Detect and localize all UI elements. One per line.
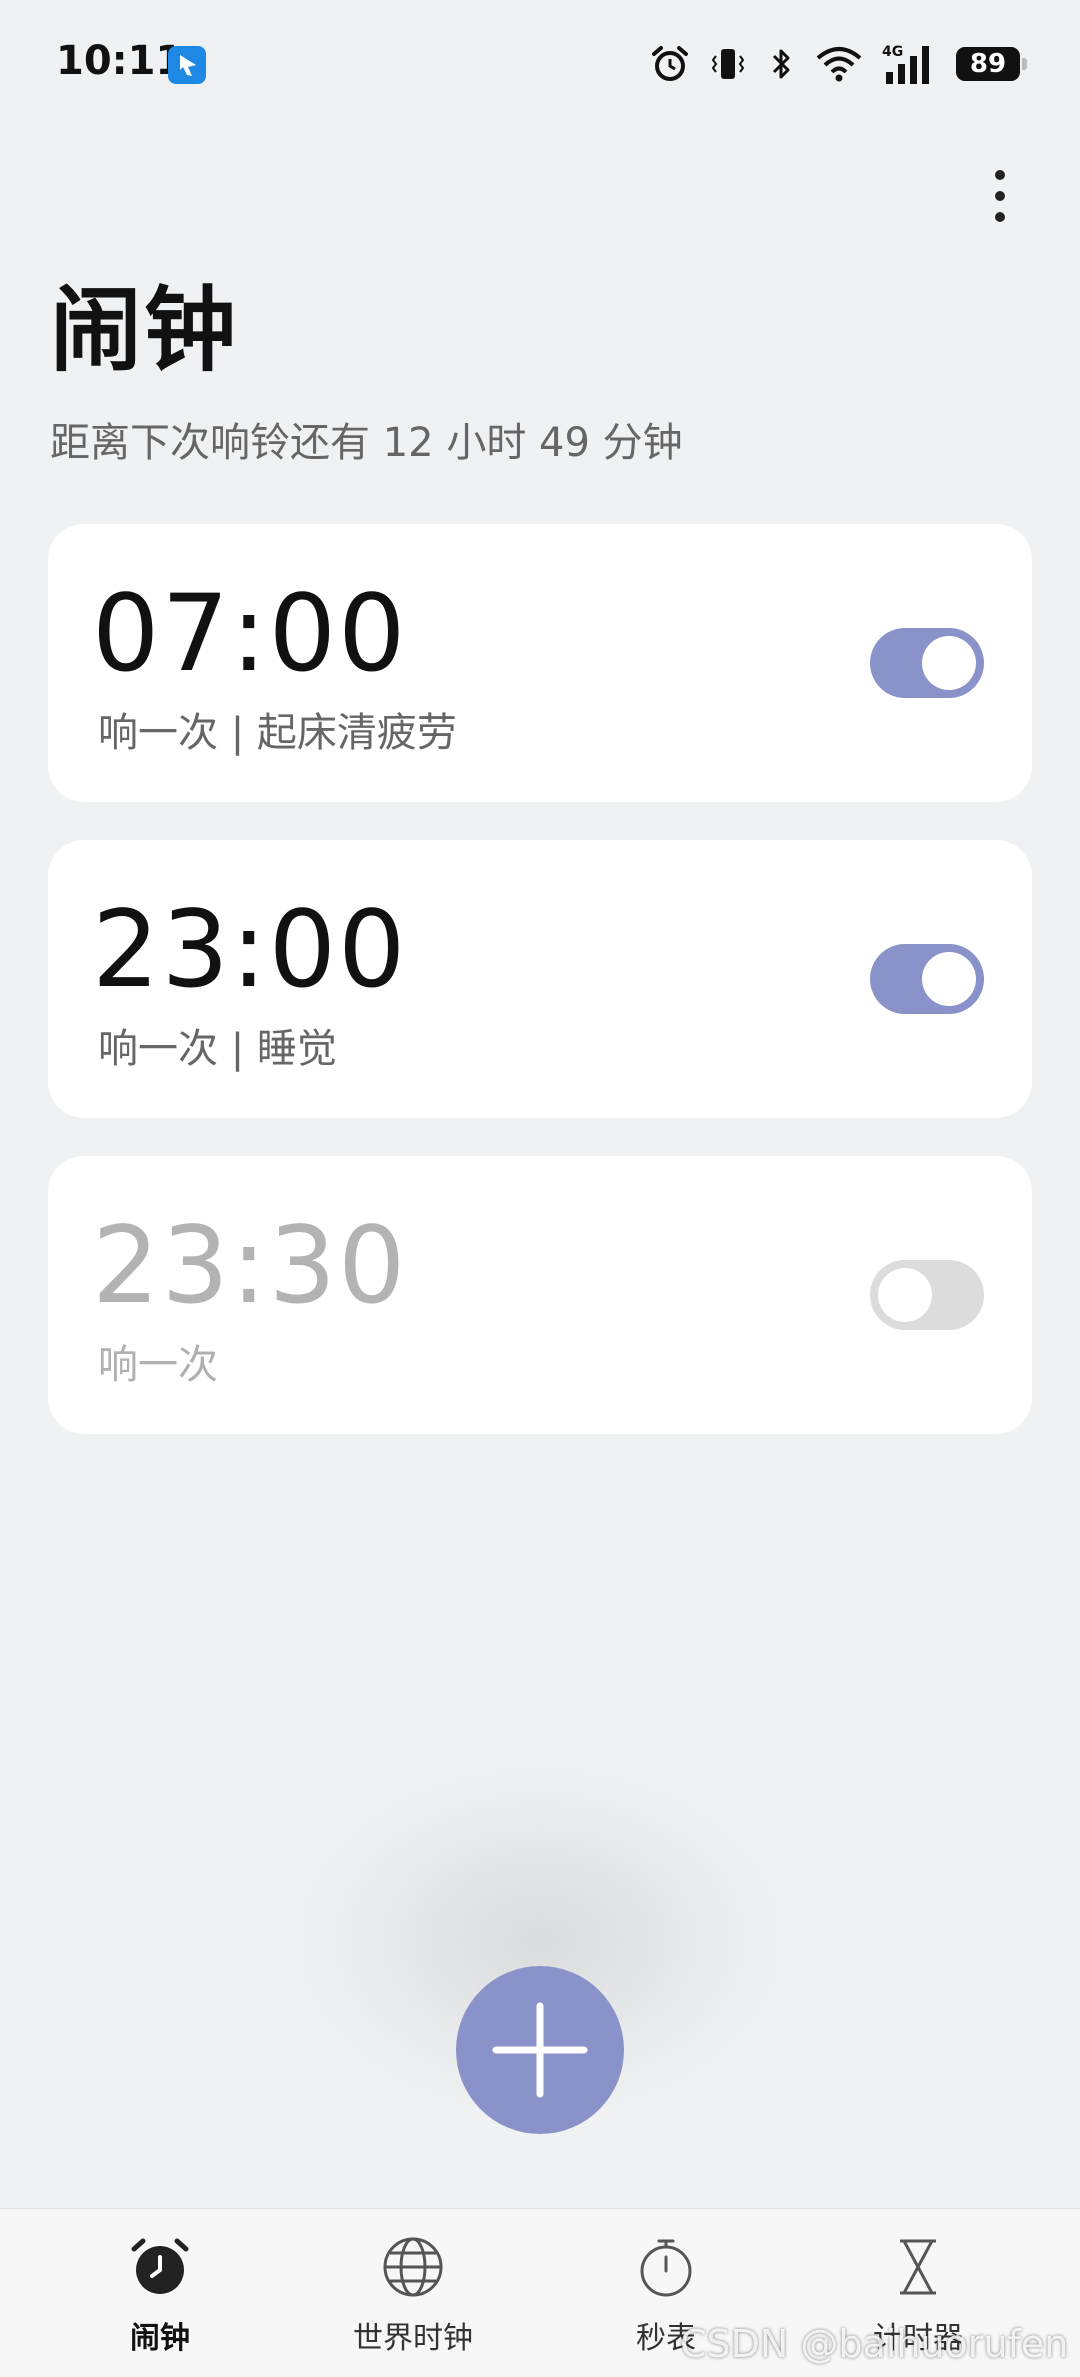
alarm-icon: [652, 46, 688, 81]
more-dot: [995, 191, 1005, 201]
alarm-time: 23:00: [92, 888, 408, 1011]
alarm-time: 07:00: [92, 572, 408, 695]
alarm-card[interactable]: 23:00 响一次 | 睡觉: [48, 840, 1032, 1118]
tab-alarm[interactable]: 闹钟: [60, 2209, 260, 2377]
watermark: CSDN @baihuorufen: [680, 2322, 1069, 2366]
more-dot: [995, 170, 1005, 180]
page-title: 闹钟: [50, 277, 239, 384]
status-time: 10:11: [56, 38, 184, 84]
alarm-toggle[interactable]: [870, 944, 984, 1014]
status-icons: 4G 89: [650, 40, 1027, 88]
bluetooth-icon: [772, 49, 790, 79]
more-options-button[interactable]: [972, 168, 1028, 224]
tab-world-clock[interactable]: 世界时钟: [313, 2209, 513, 2377]
alarm-time: 23:30: [92, 1204, 408, 1327]
alarm-toggle[interactable]: [870, 628, 984, 698]
alarm-toggle[interactable]: [870, 1260, 984, 1330]
alarm-label: 响一次 | 睡觉: [98, 1026, 337, 1072]
hourglass-icon: [900, 2239, 936, 2295]
battery-icon: 89: [956, 47, 1027, 81]
alarm-card[interactable]: 07:00 响一次 | 起床清疲劳: [48, 524, 1032, 802]
toggle-knob: [878, 1268, 932, 1322]
status-bar: 10:11 4G 89: [0, 0, 1080, 130]
stopwatch-icon: [640, 2239, 692, 2297]
alarm-clock-icon: [131, 2238, 189, 2294]
nav-label: 闹钟: [130, 2321, 190, 2356]
app-notification-icon: [168, 46, 206, 84]
alarm-label: 响一次 | 起床清疲劳: [98, 710, 457, 756]
globe-icon: [383, 2237, 443, 2297]
battery-level: 89: [969, 49, 1007, 79]
svg-text:4G: 4G: [882, 44, 903, 60]
next-alarm-countdown: 距离下次响铃还有 12 小时 49 分钟: [50, 420, 683, 466]
alarm-card[interactable]: 23:30 响一次: [48, 1156, 1032, 1434]
toggle-knob: [922, 636, 976, 690]
signal-4g-icon: 4G: [882, 44, 929, 84]
toggle-knob: [922, 952, 976, 1006]
more-dot: [995, 212, 1005, 222]
nav-label: 世界时钟: [353, 2321, 473, 2356]
wifi-icon: [816, 47, 862, 82]
vibrate-icon: [711, 49, 745, 79]
alarm-label: 响一次: [98, 1342, 218, 1388]
add-alarm-button[interactable]: [456, 1966, 624, 2134]
plus-icon: [492, 2002, 588, 2098]
